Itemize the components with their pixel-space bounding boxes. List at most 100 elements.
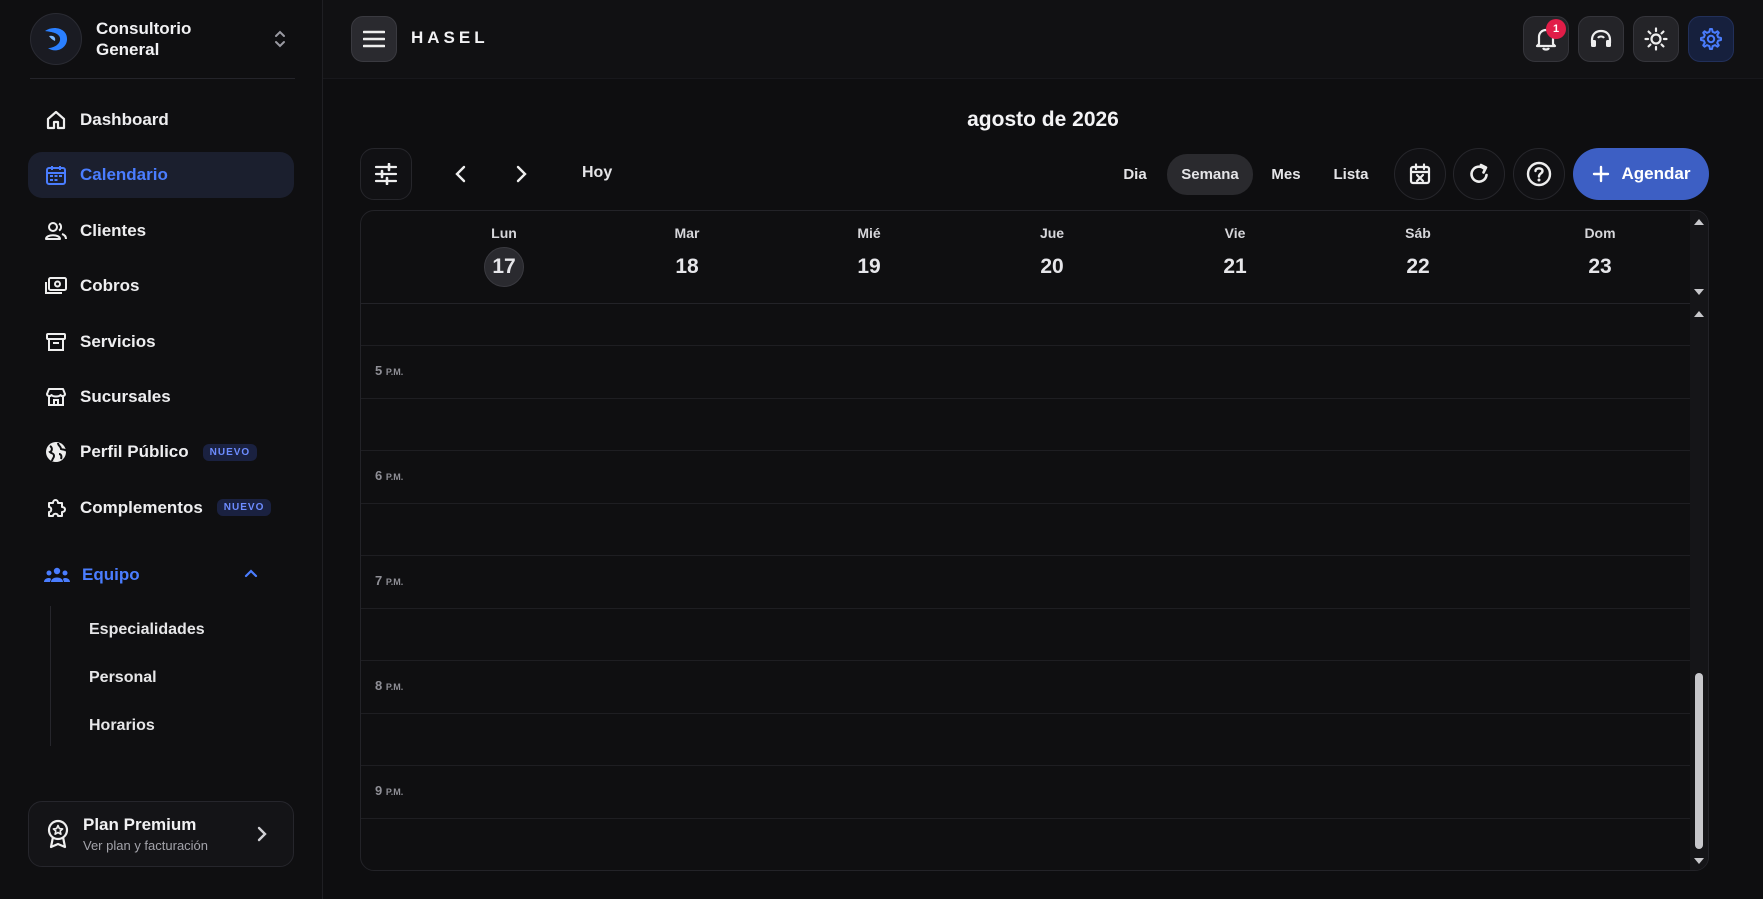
team-icon <box>44 567 70 582</box>
award-icon <box>47 819 69 849</box>
sidebar-subitem-horarios[interactable]: Horarios <box>51 702 270 750</box>
hour-label: 5 P.M. <box>375 363 404 378</box>
sidebar-item-calendario[interactable]: Calendario <box>28 152 294 199</box>
sidebar-subitem-especialidades[interactable]: Especialidades <box>51 606 270 654</box>
sidebar-item-dashboard[interactable]: Dashboard <box>28 97 294 143</box>
users-icon <box>45 221 67 240</box>
sidebar-item-cobros[interactable]: Cobros <box>28 263 294 309</box>
sidebar-item-sucursales[interactable]: Sucursales <box>28 374 294 420</box>
scroll-up-arrow[interactable] <box>1694 219 1704 225</box>
today-button[interactable]: Hoy <box>582 164 612 182</box>
hour-label: 7 P.M. <box>375 573 404 588</box>
day-header-dom[interactable]: Dom 23 <box>1550 225 1650 287</box>
menu-button[interactable] <box>351 16 397 62</box>
plan-title: Plan Premium <box>83 815 197 834</box>
add-appointment-button[interactable]: Agendar <box>1573 148 1709 200</box>
sidebar-subnav-equipo: Especialidades Personal Horarios <box>50 606 270 746</box>
sidebar-group-label: Equipo <box>82 565 140 584</box>
plan-subtitle: Ver plan y facturación <box>83 838 209 853</box>
notification-count-badge: 1 <box>1546 19 1566 39</box>
day-name: Lun <box>491 225 517 241</box>
support-button[interactable] <box>1578 16 1624 62</box>
sidebar-item-label: Servicios <box>80 331 156 351</box>
sidebar-item-servicios[interactable]: Servicios <box>28 319 294 365</box>
help-button[interactable] <box>1513 148 1565 200</box>
view-week-tab[interactable]: Semana <box>1167 154 1253 195</box>
calendar-day-headers: Lun 17 Mar 18 Mié 19 Jue 20 Vie 21 Sáb 2… <box>361 211 1691 304</box>
settings-button[interactable] <box>1688 16 1734 62</box>
sidebar-group-equipo[interactable]: Equipo <box>44 560 284 590</box>
day-header-jue[interactable]: Jue 20 <box>1002 225 1102 287</box>
day-header-sab[interactable]: Sáb 22 <box>1368 225 1468 287</box>
day-header-vie[interactable]: Vie 21 <box>1185 225 1285 287</box>
sidebar-nav: Dashboard Calendario Clientes Cobros Ser… <box>28 97 294 540</box>
brand-logo: HASEL <box>411 28 489 47</box>
sidebar-divider <box>30 78 295 79</box>
plus-icon <box>1592 165 1609 183</box>
scroll-down-arrow[interactable] <box>1694 289 1704 295</box>
calendar-scrollbar[interactable] <box>1690 211 1708 870</box>
notifications-button[interactable]: 1 <box>1523 16 1569 62</box>
time-slot-line <box>361 555 1691 556</box>
sidebar-item-label: Dashboard <box>80 110 169 129</box>
sidebar-item-complementos[interactable]: Complementos NUEVO <box>28 485 294 531</box>
day-header-mar[interactable]: Mar 18 <box>637 225 737 287</box>
time-slot-line <box>361 660 1691 661</box>
scroll-up-arrow[interactable] <box>1694 311 1704 317</box>
scrollbar-thumb[interactable] <box>1695 673 1703 849</box>
week-calendar: Lun 17 Mar 18 Mié 19 Jue 20 Vie 21 Sáb 2… <box>360 210 1709 871</box>
day-number: 18 <box>675 255 699 278</box>
day-name: Vie <box>1224 225 1246 241</box>
day-number: 22 <box>1406 255 1430 278</box>
sidebar-item-label: Clientes <box>80 220 147 240</box>
sidebar-item-label: Perfil Público <box>80 442 189 462</box>
time-slot-line <box>361 765 1691 766</box>
new-badge: NUEVO <box>216 499 272 517</box>
sun-icon <box>1644 27 1668 51</box>
day-number-today: 17 <box>484 247 524 287</box>
day-name: Dom <box>1584 225 1616 241</box>
sidebar-item-clientes[interactable]: Clientes <box>28 208 294 254</box>
headset-icon <box>1590 29 1612 47</box>
view-month-tab[interactable]: Mes <box>1263 154 1309 195</box>
top-bar: HASEL 1 <box>323 0 1763 79</box>
add-appointment-label: Agendar <box>1621 164 1691 183</box>
calendar-title: agosto de 2026 <box>967 108 1119 131</box>
hamburger-icon <box>363 30 385 48</box>
view-list-tab[interactable]: Lista <box>1326 154 1376 195</box>
view-day-tab[interactable]: Dia <box>1112 154 1158 195</box>
day-header-lun[interactable]: Lun 17 <box>454 225 554 287</box>
sidebar-item-label: Sucursales <box>80 386 171 406</box>
sidebar-item-perfil-publico[interactable]: Perfil Público NUEVO <box>28 429 294 475</box>
prev-week-button[interactable] <box>452 162 470 186</box>
day-name: Mié <box>857 225 881 241</box>
chevron-up-down-icon[interactable] <box>273 28 287 51</box>
day-number: 19 <box>857 255 881 278</box>
refresh-button[interactable] <box>1453 148 1505 200</box>
day-name: Jue <box>1039 225 1065 241</box>
day-number: 23 <box>1588 255 1612 278</box>
globe-icon <box>46 442 67 463</box>
sliders-icon <box>374 163 398 185</box>
day-number: 20 <box>1040 255 1064 278</box>
sidebar-item-label: Calendario <box>80 165 168 185</box>
question-icon <box>1526 161 1552 187</box>
time-slot-line <box>361 345 1691 346</box>
clear-calendar-button[interactable] <box>1394 148 1446 200</box>
chevron-up-icon[interactable] <box>242 565 260 583</box>
day-header-mie[interactable]: Mié 19 <box>819 225 919 287</box>
next-week-button[interactable] <box>512 162 530 186</box>
hour-label: 8 P.M. <box>375 678 404 693</box>
time-slot-line <box>361 818 1691 819</box>
archive-icon <box>46 332 66 351</box>
org-switcher[interactable]: Consultorio General <box>30 12 295 66</box>
plan-card[interactable]: Plan Premium Ver plan y facturación <box>28 801 294 867</box>
day-name: Sáb <box>1405 225 1431 241</box>
filters-button[interactable] <box>360 148 412 200</box>
scroll-down-arrow[interactable] <box>1694 858 1704 864</box>
day-number: 21 <box>1223 255 1247 278</box>
theme-toggle-button[interactable] <box>1633 16 1679 62</box>
sidebar-subitem-personal[interactable]: Personal <box>51 654 270 702</box>
sidebar: Consultorio General Dashboard Calendario… <box>0 0 323 899</box>
hour-label: 6 P.M. <box>375 468 404 483</box>
